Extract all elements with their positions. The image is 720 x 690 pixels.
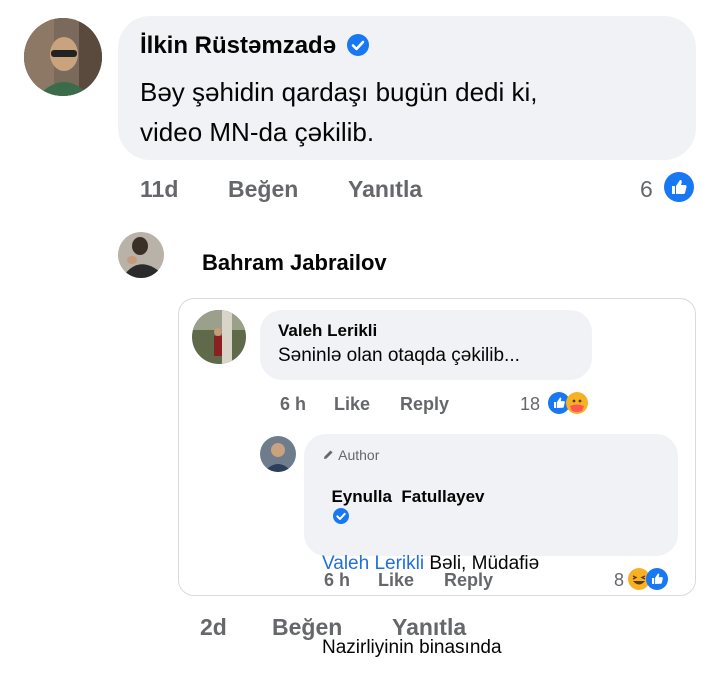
like-button[interactable]: Beğen	[228, 176, 298, 203]
pencil-icon	[324, 450, 333, 459]
avatar-photo	[118, 232, 164, 278]
like-reaction-icon[interactable]	[646, 568, 668, 590]
reaction-count[interactable]: 6	[640, 176, 653, 203]
avatar[interactable]	[260, 436, 296, 472]
verified-badge-icon	[346, 33, 369, 56]
avatar[interactable]	[192, 310, 246, 364]
reply-button[interactable]: Yanıtla	[348, 176, 422, 203]
comment-author[interactable]: İlkin Rüstəmzadə	[140, 32, 369, 60]
reply-text: Valeh Lerikli Bəli, Müdafiə Nazirliyinin…	[322, 494, 539, 690]
like-button[interactable]: Like	[378, 570, 414, 591]
author-badge: Author	[322, 447, 379, 463]
comment-text-line: Bəy şəhidin qardaşı bugün dedi ki,	[140, 77, 538, 107]
avatar-photo	[24, 18, 102, 96]
reply-text-line: Valeh Lerikli Bəli, Müdafiə	[322, 550, 539, 578]
reply-timestamp[interactable]: 6 h	[280, 394, 306, 415]
avatar[interactable]	[24, 18, 102, 96]
like-button[interactable]: Beğen	[272, 614, 342, 641]
avatar-photo	[260, 436, 296, 472]
comment-timestamp[interactable]: 11d	[140, 176, 178, 203]
reaction-count[interactable]: 18	[520, 394, 540, 415]
like-reaction-icon[interactable]	[664, 172, 694, 202]
care-reaction-icon[interactable]	[566, 392, 588, 414]
reply-button[interactable]: Reply	[444, 570, 493, 591]
author-badge-label: Author	[338, 447, 380, 463]
reply-text: Səninlə olan otaqda çəkilib...	[278, 345, 520, 366]
reply-timestamp[interactable]: 6 h	[324, 570, 350, 591]
comment-text: Bəy şəhidin qardaşı bugün dedi ki, video…	[140, 72, 538, 152]
like-button[interactable]: Like	[334, 394, 370, 415]
reply-button[interactable]: Reply	[400, 394, 449, 415]
comment-author[interactable]: Bahram Jabrailov	[202, 250, 387, 276]
comment-timestamp[interactable]: 2d	[200, 614, 227, 641]
comment-text-line: video MN-da çəkilib.	[140, 117, 375, 147]
comment-author-name[interactable]: İlkin Rüstəmzadə	[140, 32, 336, 59]
reply-author[interactable]: Valeh Lerikli	[278, 321, 377, 341]
avatar-photo	[192, 310, 246, 364]
reaction-count[interactable]: 8	[614, 570, 624, 591]
reply-button[interactable]: Yanıtla	[392, 614, 466, 641]
avatar[interactable]	[118, 232, 164, 278]
